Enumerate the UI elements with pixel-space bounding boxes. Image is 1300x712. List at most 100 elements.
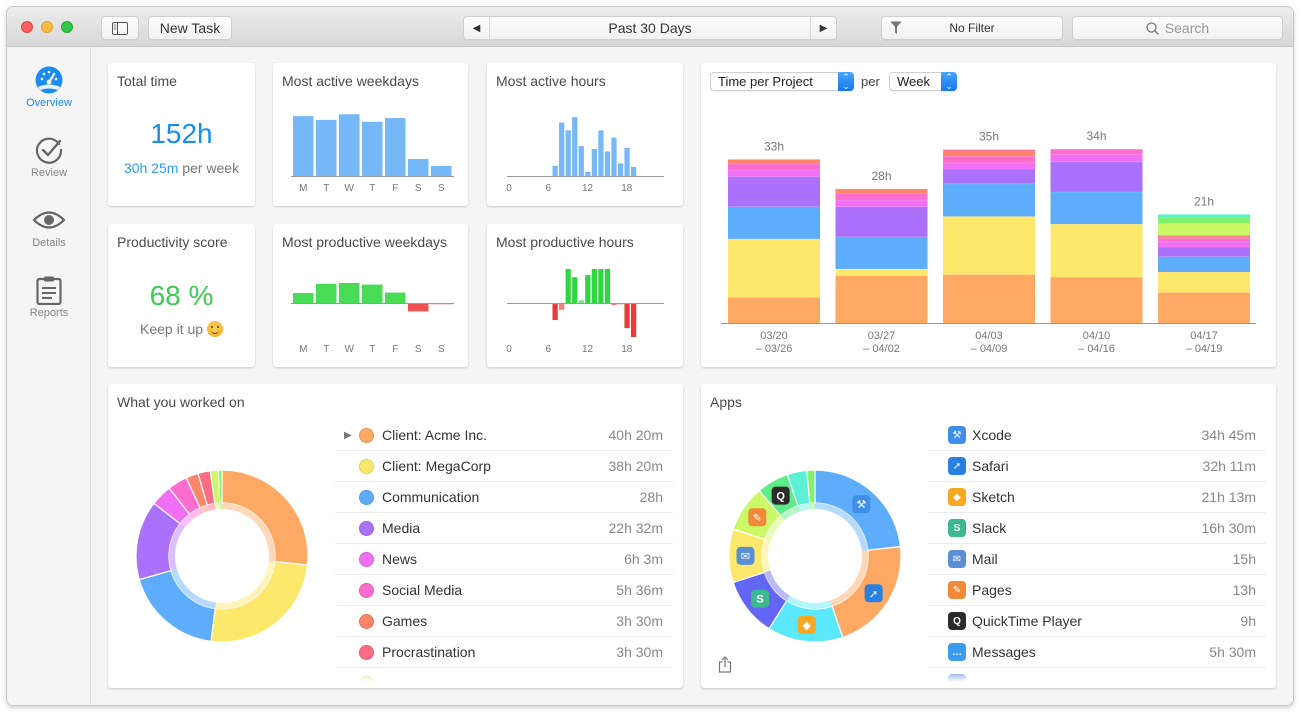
sidebar-item-reports[interactable]: Reports	[7, 275, 91, 319]
date-range-label[interactable]: Past 30 Days	[490, 20, 810, 36]
item-name: Slack	[972, 520, 1007, 536]
sidebar-item-details[interactable]: Details	[7, 205, 91, 249]
toggle-sidebar-button[interactable]	[101, 16, 139, 40]
list-item[interactable]: ▶ Client: Acme Inc. 40h 20m	[335, 420, 673, 451]
list-item[interactable]: Communication 28h	[335, 482, 673, 513]
item-name: Procrastination	[382, 644, 476, 660]
stacked-segment	[835, 236, 928, 269]
bar	[630, 167, 637, 176]
productivity-message: Keep it up	[140, 321, 204, 337]
stacked-segment	[943, 183, 1035, 217]
share-icon[interactable]	[718, 656, 732, 673]
stacked-segment	[943, 156, 1035, 163]
next-period-button[interactable]: ▶	[810, 17, 836, 39]
color-dot-icon	[359, 458, 374, 474]
bar	[630, 303, 637, 337]
list-item[interactable]: Procrastination 3h 30m	[335, 637, 673, 668]
bar	[591, 149, 597, 176]
pages-icon-glyph: ✎	[753, 512, 762, 524]
filter-label: No Filter	[949, 21, 995, 35]
list-item[interactable]: News 6h 3m	[335, 544, 673, 575]
color-dot-icon	[359, 520, 374, 536]
list-item[interactable]: ➚ Safari 32h 11m	[928, 451, 1266, 482]
item-duration: 15h	[1232, 551, 1256, 567]
sidebar-item-overview[interactable]: Overview	[7, 65, 91, 109]
productivity-message-line: Keep it up	[108, 321, 255, 337]
bar	[585, 171, 591, 176]
list-item[interactable]: ✉ Mail 15h	[928, 544, 1266, 575]
productive-hours-card: Most productive hours 0 6 12 18	[487, 224, 683, 367]
productive-hours-chart: 0 6 12 18	[506, 269, 664, 355]
pages-icon: ✎	[948, 581, 966, 599]
color-dot-icon	[359, 613, 374, 629]
x-tick-label: F	[392, 344, 398, 355]
time-per-project-chart: 33h03/20– 03/2628h03/27– 04/0235h04/03– …	[721, 129, 1256, 355]
bar	[591, 269, 597, 303]
quicktime-icon: Q	[948, 612, 966, 630]
search-placeholder: Search	[1164, 20, 1210, 36]
x-tick-label: 0	[506, 183, 512, 194]
x-tick-label: 03/27	[868, 330, 896, 342]
zoom-window-button[interactable]	[61, 21, 73, 33]
new-task-button[interactable]: New Task	[148, 16, 232, 40]
project-list: ▶ Client: Acme Inc. 40h 20m Client: MegaCor…	[335, 420, 673, 682]
stacked-segment	[1158, 292, 1250, 323]
x-tick-label: – 04/19	[1186, 343, 1223, 355]
sidebar-item-review[interactable]: Review	[7, 135, 91, 179]
list-item[interactable]: Media 22h 32m	[335, 513, 673, 544]
x-tick-label: 03/20	[760, 330, 788, 342]
stacked-segment	[1050, 161, 1143, 192]
minimize-window-button[interactable]	[41, 21, 53, 33]
stacked-segment	[1050, 224, 1143, 278]
search-field[interactable]: Search	[1072, 16, 1283, 40]
item-duration: 22h 32m	[608, 520, 663, 536]
list-item[interactable]: Client: MegaCorp 38h 20m	[335, 451, 673, 482]
search-icon	[1146, 21, 1159, 35]
x-tick-label: 04/03	[975, 330, 1003, 342]
list-item[interactable]: Social Media 5h 36m	[335, 575, 673, 606]
item-duration: 9h	[1240, 613, 1256, 629]
sketch-icon-glyph: ◆	[803, 620, 812, 632]
apps-card: Apps ⚒ ➚ ◆ S ✉ ✎ Q ⚒ Xcode 34h 45m ➚ Safari 32h 11m…	[701, 384, 1276, 688]
item-name: Communication	[382, 489, 480, 505]
mail-icon: ✉	[948, 550, 966, 568]
list-item[interactable]: ✎ Pages 13h	[928, 575, 1266, 606]
item-name: Mail	[972, 551, 998, 567]
x-tick-label: T	[369, 183, 375, 194]
bar	[385, 292, 406, 303]
disclosure-triangle-icon[interactable]: ▶	[344, 430, 352, 441]
list-item[interactable]: … Messages 5h 30m	[928, 637, 1266, 668]
list-item[interactable]: Games 3h 30m	[335, 606, 673, 637]
list-item[interactable]: ◆ Sketch 21h 13m	[928, 482, 1266, 513]
sidebar-item-label: Overview	[26, 97, 72, 109]
per-week-suffix: per week	[182, 160, 240, 176]
active-hours-card: Most active hours 0 6 12 18	[487, 63, 683, 206]
stacked-segment	[728, 170, 820, 177]
donut-slice[interactable]	[210, 560, 309, 643]
list-item[interactable]: ⚒ Xcode 34h 45m	[928, 420, 1266, 451]
stacked-segment	[835, 275, 928, 323]
donut-slice[interactable]	[221, 469, 309, 566]
item-duration: 13h	[1232, 582, 1256, 598]
previous-period-button[interactable]: ◀	[464, 17, 490, 39]
x-tick-label: – 04/09	[971, 343, 1008, 355]
messages-icon: …	[948, 643, 966, 661]
x-tick-label: M	[299, 344, 307, 355]
x-tick-label: W	[345, 344, 355, 355]
card-title: Total time	[117, 73, 177, 89]
x-tick-label: S	[415, 344, 422, 355]
stacked-segment	[1158, 247, 1250, 257]
filter-button[interactable]: No Filter	[881, 16, 1063, 40]
scroll-fade	[335, 672, 673, 682]
stacked-segment	[728, 159, 820, 164]
slack-icon-glyph: S	[756, 594, 763, 606]
list-item[interactable]: S Slack 16h 30m	[928, 513, 1266, 544]
close-window-button[interactable]	[21, 21, 33, 33]
sidebar: Overview Review Details Reports	[7, 47, 91, 705]
list-item[interactable]: Q QuickTime Player 9h	[928, 606, 1266, 637]
stacked-segment	[835, 268, 928, 276]
safari-icon: ➚	[948, 457, 966, 475]
item-name: Safari	[972, 458, 1009, 474]
x-tick-label: 6	[545, 183, 551, 194]
x-tick-label: – 04/16	[1078, 343, 1115, 355]
